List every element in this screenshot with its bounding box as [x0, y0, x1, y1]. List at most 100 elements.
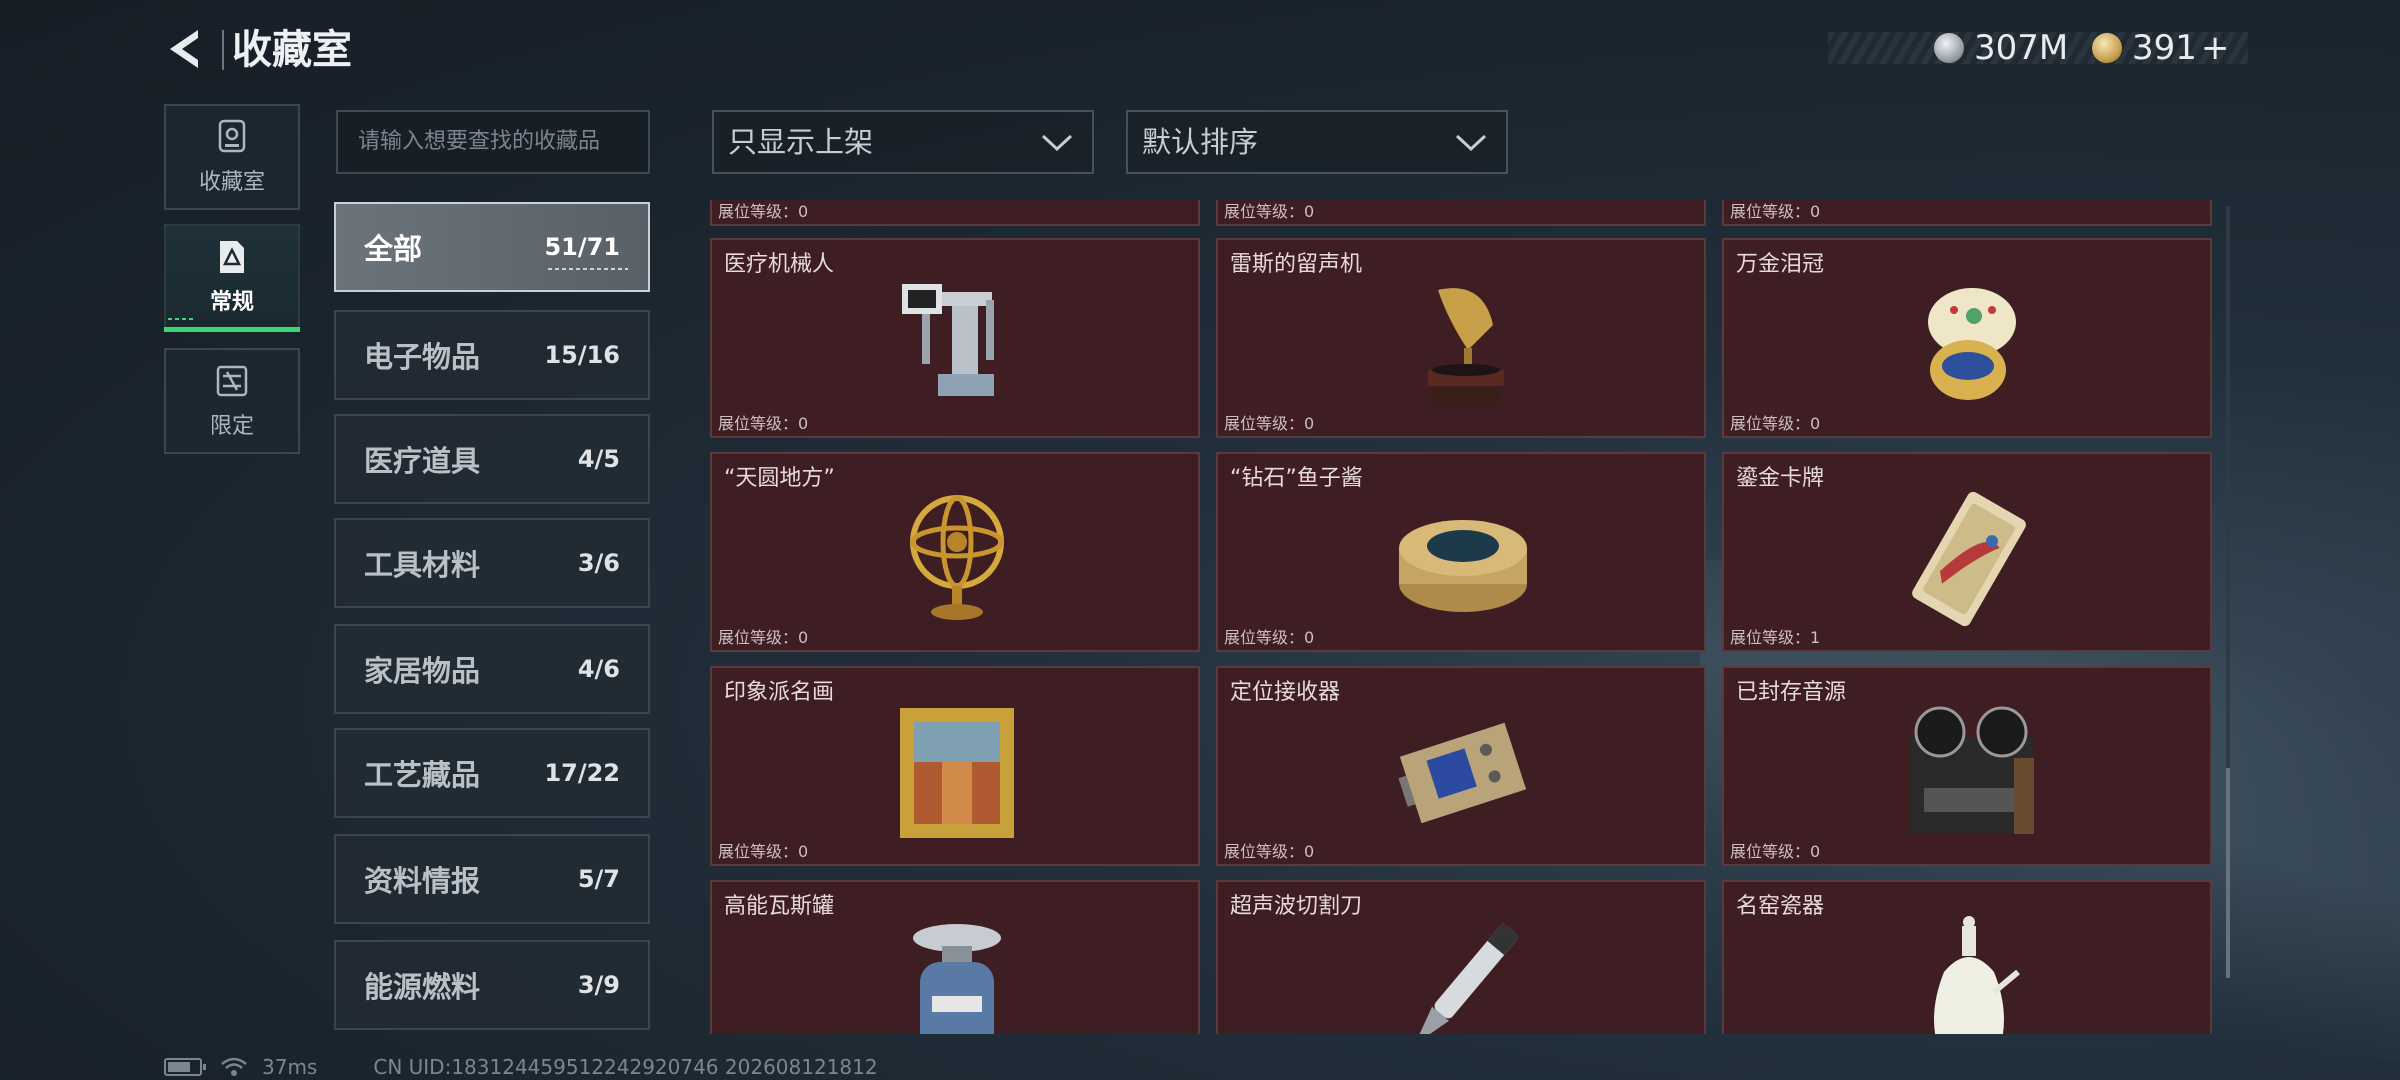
- active-indicator: [548, 268, 628, 270]
- nav-limited[interactable]: 限定: [164, 348, 300, 454]
- collection-card[interactable]: 高能瓦斯罐: [710, 880, 1200, 1034]
- display-filter-dropdown[interactable]: 只显示上架: [712, 110, 1094, 174]
- caviar-tin-icon: [1399, 520, 1527, 612]
- card-level: 展位等级：0: [1730, 202, 1821, 221]
- category-crafts[interactable]: 工艺藏品 17/22: [334, 728, 650, 818]
- collection-card[interactable]: 万金泪冠 展位等级：0: [1722, 238, 2212, 438]
- uid-text: CN UID:183124459512242920746 20260812181…: [373, 1055, 878, 1079]
- nav-regular-label: 常规: [209, 290, 254, 315]
- tape-recorder-icon: [1910, 706, 2034, 834]
- category-name: 全部: [364, 232, 423, 266]
- collection-card[interactable]: 雷斯的留声机 展位等级：0: [1216, 238, 1706, 438]
- category-name: 资料情报: [364, 864, 481, 898]
- currency-gold-value: 391: [2132, 28, 2197, 68]
- nav-regular[interactable]: 常规: [164, 224, 300, 332]
- category-count: 5/7: [577, 865, 620, 893]
- category-count: 51/71: [544, 233, 620, 261]
- card-level: 展位等级：0: [1224, 202, 1315, 221]
- card-title: 超声波切割刀: [1230, 894, 1363, 919]
- collection-card[interactable]: 医疗机械人 展位等级：0: [710, 238, 1200, 438]
- category-all[interactable]: 全部 51/71: [334, 202, 650, 292]
- card-title: 定位接收器: [1230, 680, 1341, 705]
- card-level: 展位等级：0: [1224, 628, 1315, 647]
- sort-dropdown[interactable]: 默认排序: [1126, 110, 1508, 174]
- document-icon: [220, 241, 244, 273]
- wifi-icon: [221, 1057, 247, 1076]
- card-title: 雷斯的留声机: [1230, 252, 1363, 277]
- category-count: 15/16: [544, 341, 620, 369]
- category-count: 17/22: [544, 759, 620, 787]
- display-filter-value: 只显示上架: [728, 125, 874, 159]
- silver-coin-icon: [1934, 33, 1964, 63]
- category-count: 4/6: [577, 655, 620, 683]
- back-arrow-icon: [170, 30, 198, 68]
- ultrasonic-knife-icon: [1414, 922, 1520, 1034]
- gilded-card-icon: [1912, 491, 2026, 627]
- limited-icon: [216, 365, 248, 397]
- card-title: 名窑瓷器: [1736, 894, 1825, 919]
- card-level: 展位等级：0: [1730, 842, 1821, 861]
- jeweled-egg-icon: [1928, 288, 2016, 400]
- card-level: 展位等级：0: [1224, 842, 1315, 861]
- category-intel[interactable]: 资料情报 5/7: [334, 834, 650, 924]
- category-name: 医疗道具: [364, 444, 481, 478]
- gramophone-icon: [1428, 288, 1504, 406]
- category-tools[interactable]: 工具材料 3/6: [334, 518, 650, 608]
- collection-card[interactable]: 已封存音源 展位等级：0: [1722, 666, 2212, 866]
- sort-value: 默认排序: [1142, 125, 1259, 159]
- search-input[interactable]: 请输入想要查找的收藏品: [336, 110, 650, 174]
- porcelain-vase-icon: [1934, 916, 2020, 1034]
- collection-card[interactable]: “天圆地方” 展位等级：0: [710, 452, 1200, 652]
- framed-painting-icon: [900, 708, 1014, 838]
- card-title: 高能瓦斯罐: [724, 894, 835, 919]
- currency-silver-value: 307M: [1974, 28, 2069, 68]
- collection-card-partial[interactable]: 展位等级：0: [710, 200, 1200, 226]
- collection-card[interactable]: “钻石”鱼子酱 展位等级：0: [1216, 452, 1706, 652]
- collection-card[interactable]: 名窑瓷器: [1722, 880, 2212, 1034]
- collection-card-partial[interactable]: 展位等级：0: [1216, 200, 1706, 226]
- gold-coin-icon: [2092, 33, 2122, 63]
- battery-icon: [164, 1058, 206, 1076]
- receiver-device-icon: [1398, 722, 1527, 824]
- category-fuel[interactable]: 能源燃料 3/9: [334, 940, 650, 1030]
- card-level: 展位等级：0: [718, 842, 809, 861]
- category-electronics[interactable]: 电子物品 15/16: [334, 310, 650, 400]
- collection-card[interactable]: 印象派名画 展位等级：0: [710, 666, 1200, 866]
- currency-gold[interactable]: 391 +: [2092, 26, 2229, 70]
- gas-canister-icon: [913, 924, 1001, 1034]
- card-title: “天圆地方”: [724, 466, 835, 491]
- nav-vault[interactable]: 收藏室: [164, 104, 300, 210]
- armillary-sphere-icon: [910, 495, 1004, 620]
- category-household[interactable]: 家居物品 4/6: [334, 624, 650, 714]
- nav-vault-label: 收藏室: [198, 170, 265, 195]
- category-name: 能源燃料: [364, 970, 481, 1004]
- currency-silver: 307M: [1934, 26, 2068, 70]
- category-name: 工艺藏品: [364, 758, 481, 792]
- chevron-down-icon: [1041, 134, 1073, 152]
- add-currency-button[interactable]: +: [2201, 28, 2230, 68]
- card-title: 已封存音源: [1736, 680, 1847, 705]
- card-title: 万金泪冠: [1736, 252, 1825, 277]
- card-level: 展位等级：0: [718, 202, 809, 221]
- card-level: 展位等级：0: [1730, 414, 1821, 433]
- category-count: 3/9: [577, 971, 620, 999]
- category-name: 家居物品: [364, 654, 481, 688]
- collection-grid: 展位等级：0 展位等级：0 展位等级：0 医疗机械人 展位等级：0 雷斯的留声机: [710, 200, 2214, 1034]
- scrollbar-thumb[interactable]: [2226, 768, 2230, 978]
- collection-card[interactable]: 定位接收器 展位等级：0: [1216, 666, 1706, 866]
- header-divider: [222, 30, 224, 70]
- chevron-down-icon: [1455, 134, 1487, 152]
- card-title: “钻石”鱼子酱: [1230, 466, 1363, 491]
- card-title: 鎏金卡牌: [1736, 466, 1825, 491]
- nav-limited-label: 限定: [209, 414, 254, 439]
- category-name: 电子物品: [364, 340, 481, 374]
- card-title: 医疗机械人: [724, 252, 835, 277]
- back-button[interactable]: [160, 24, 210, 74]
- vault-icon: [218, 119, 246, 153]
- collection-card-partial[interactable]: 展位等级：0: [1722, 200, 2212, 226]
- status-footer: 37ms CN UID:183124459512242920746 202608…: [164, 1054, 878, 1080]
- category-medical[interactable]: 医疗道具 4/5: [334, 414, 650, 504]
- collection-card[interactable]: 鎏金卡牌 展位等级：1: [1722, 452, 2212, 652]
- collection-card[interactable]: 超声波切割刀: [1216, 880, 1706, 1034]
- card-title: 印象派名画: [724, 680, 835, 705]
